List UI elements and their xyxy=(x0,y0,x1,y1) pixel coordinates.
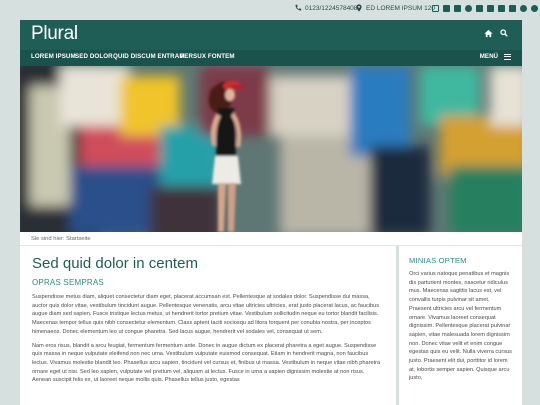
sidebar: MINIAS OPTEM Orci varius natoque penatib… xyxy=(399,246,522,405)
top-bar: 0123/12245784089 ED LOREM IPSUM 120 xyxy=(0,0,540,20)
pinterest-icon[interactable] xyxy=(531,5,538,12)
main-navigation: LOREM IPSUM SED DOLOR QUID DISCUM ENTRAM… xyxy=(20,50,522,66)
main-content: Sed quid dolor in centem OPRAS SEMPRAS S… xyxy=(20,246,396,405)
breadcrumb-label: Sie sind hier: xyxy=(31,236,65,242)
phone-number: 0123/12245784089 xyxy=(305,4,362,12)
search-icon[interactable] xyxy=(500,29,508,37)
body-paragraph: Nam eros risus, blandit a arcu feugiat, … xyxy=(32,342,381,384)
mail-icon[interactable] xyxy=(432,5,439,12)
menu-button[interactable]: MENÜ xyxy=(480,53,511,60)
nav-item-quid-discum-entram[interactable]: QUID DISCUM ENTRAM xyxy=(113,53,185,60)
breadcrumb-current[interactable]: Startseite xyxy=(66,236,91,242)
hero-image xyxy=(20,66,522,232)
nav-item-sed-dolor[interactable]: SED DOLOR xyxy=(75,53,113,60)
nav-item-lorem-ipsum[interactable]: LOREM IPSUM xyxy=(31,53,76,60)
site-logo[interactable]: Plural xyxy=(31,23,78,45)
body-paragraph: Suspendisse metus diam, aliquet consecte… xyxy=(32,294,379,335)
section-subtitle: OPRAS SEMPRAS xyxy=(32,278,104,287)
hamburger-icon xyxy=(504,53,511,60)
nav-item-persux-fontem[interactable]: PERSUX FONTEM xyxy=(180,53,235,60)
hero-photo xyxy=(20,66,522,232)
map-pin-icon xyxy=(356,4,362,12)
vimeo-icon[interactable] xyxy=(498,5,505,12)
address-contact[interactable]: ED LOREM IPSUM 120 xyxy=(355,4,435,12)
site-header: Plural xyxy=(20,20,522,50)
phone-icon xyxy=(295,4,302,11)
sidebar-text: Orci varius natoque penatibus et magnis … xyxy=(409,271,512,382)
home-icon[interactable] xyxy=(484,29,493,38)
social-links xyxy=(432,5,538,12)
twitter-icon[interactable] xyxy=(454,5,461,12)
linkedin-icon[interactable] xyxy=(476,5,483,12)
breadcrumb: Sie sind hier: Startseite xyxy=(20,232,522,246)
page-title: Sed quid dolor in centem xyxy=(32,255,198,272)
phone-contact[interactable]: 0123/12245784089 xyxy=(294,4,361,12)
menu-label: MENÜ xyxy=(479,53,498,60)
skype-icon[interactable] xyxy=(465,5,472,12)
youtube-icon[interactable] xyxy=(520,5,527,12)
address-text: ED LOREM IPSUM 120 xyxy=(366,4,435,12)
instagram-icon[interactable] xyxy=(509,5,516,12)
facebook-icon[interactable] xyxy=(443,5,450,12)
xing-icon[interactable] xyxy=(487,5,494,12)
sidebar-title: MINIAS OPTEM xyxy=(409,256,467,265)
